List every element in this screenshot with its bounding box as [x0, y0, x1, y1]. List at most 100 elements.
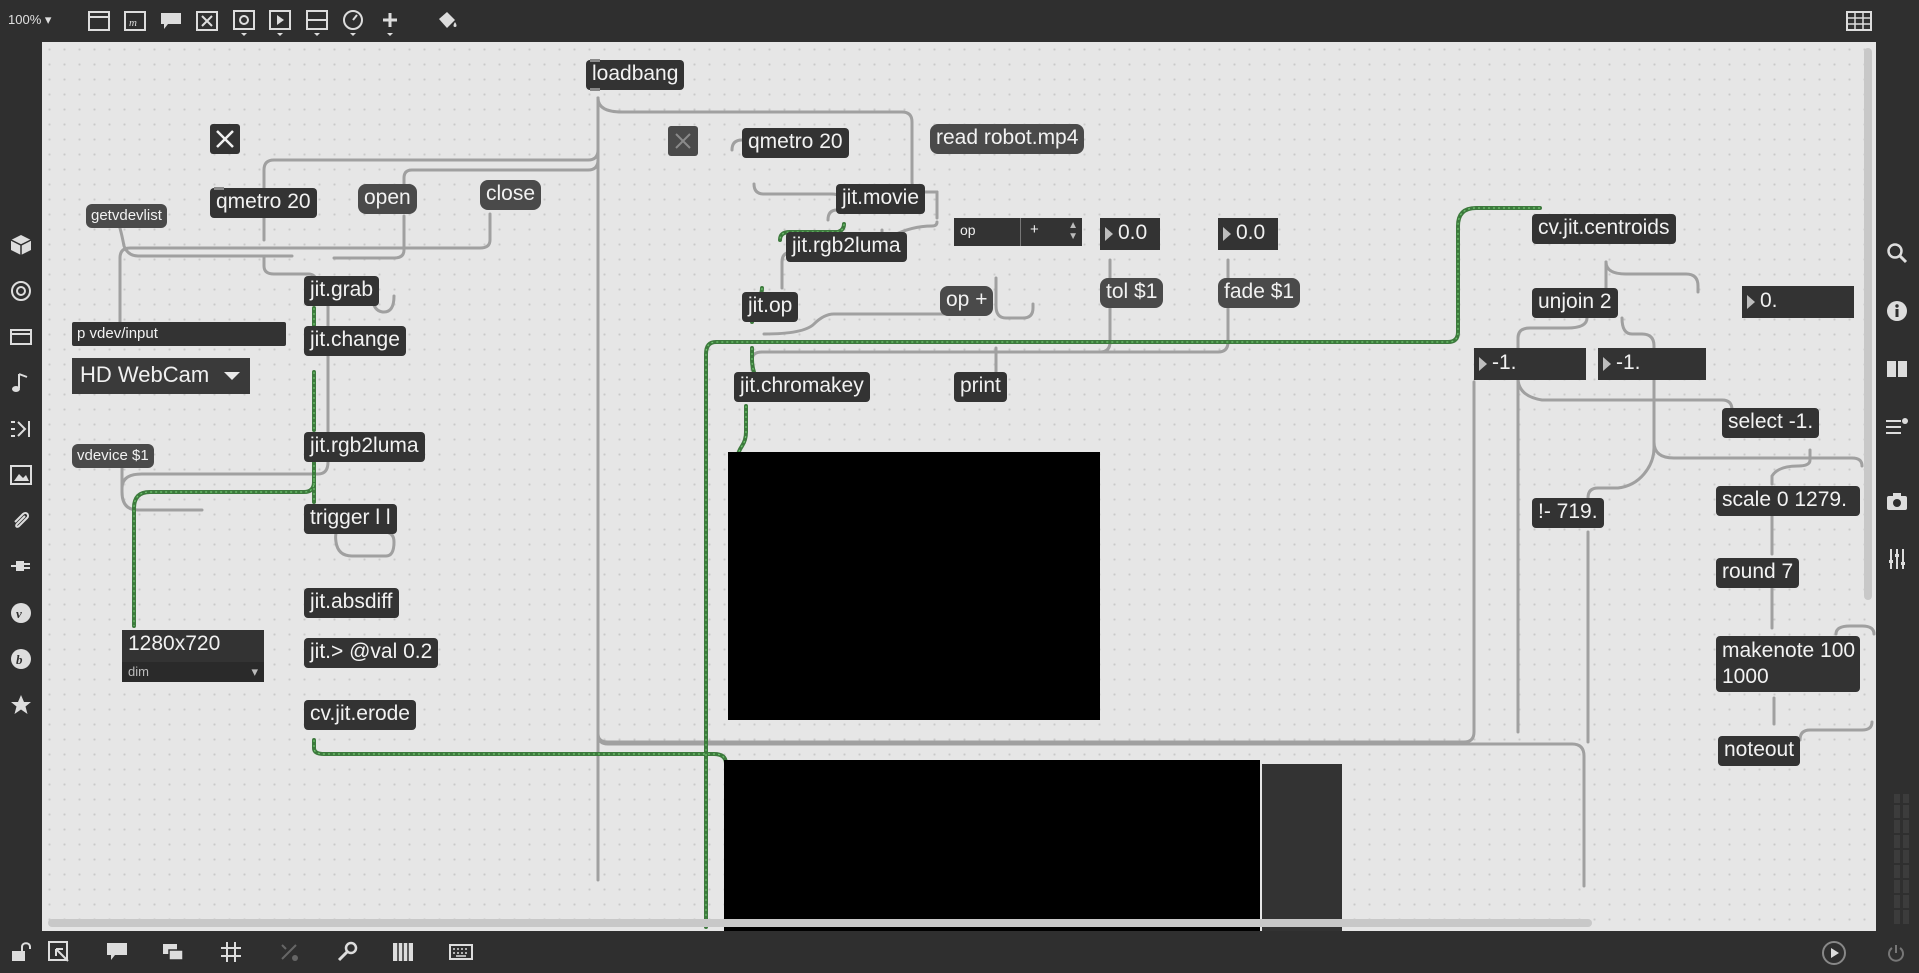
- cv-jit-centroids-object[interactable]: cv.jit.centroids: [1532, 214, 1676, 244]
- grid-list-icon[interactable]: [1845, 8, 1873, 34]
- jit-threshold-object[interactable]: jit.> @val 0.2: [304, 638, 439, 668]
- comment-icon[interactable]: [104, 939, 130, 965]
- invert-minus-object[interactable]: !- 719.: [1532, 498, 1604, 528]
- toggle-icon[interactable]: [194, 8, 220, 34]
- round-object[interactable]: round 7: [1716, 558, 1800, 588]
- target-icon[interactable]: [8, 278, 34, 304]
- number-box-y[interactable]: -1.: [1598, 348, 1706, 380]
- play-icon[interactable]: [1820, 939, 1848, 967]
- makenote-label-line2: 1000: [1722, 665, 1769, 688]
- unjoin-object[interactable]: unjoin 2: [1532, 288, 1618, 318]
- close-message[interactable]: close: [480, 180, 542, 210]
- p-vdev-input-object[interactable]: p vdev/input: [72, 322, 286, 346]
- open-message[interactable]: open: [358, 184, 417, 214]
- op-attrui[interactable]: op + ▲ ▼: [954, 218, 1082, 246]
- star-icon[interactable]: [8, 692, 34, 718]
- makenote-object[interactable]: makenote 100 1000: [1716, 636, 1860, 692]
- select-object[interactable]: select -1.: [1722, 408, 1820, 438]
- fade-message[interactable]: fade $1: [1218, 278, 1301, 308]
- slider-icon[interactable]: [304, 8, 330, 38]
- power-icon[interactable]: [1884, 941, 1908, 965]
- chevron-down-icon: ▾: [251, 664, 258, 679]
- toggle-left[interactable]: [210, 124, 240, 154]
- list-icon[interactable]: [1884, 414, 1910, 440]
- keyboard-icon[interactable]: [448, 939, 474, 965]
- qmetro-left-object[interactable]: qmetro 20: [210, 187, 317, 218]
- dim-attr-selector[interactable]: dim ▾: [122, 662, 264, 682]
- film-icon[interactable]: [8, 324, 34, 350]
- scale-object[interactable]: scale 0 1279.: [1716, 486, 1860, 516]
- wrench-icon[interactable]: [334, 939, 360, 965]
- getvdevlist-message[interactable]: getvdevlist: [86, 204, 167, 228]
- lock-icon[interactable]: [8, 939, 34, 965]
- inlet-icon[interactable]: [267, 8, 293, 38]
- b-icon[interactable]: b: [8, 646, 34, 672]
- sliders-icon[interactable]: [1884, 546, 1910, 572]
- number-arrow-icon: [1747, 295, 1755, 309]
- jit-rgb2luma-mid-object[interactable]: jit.rgb2luma: [786, 232, 907, 262]
- trigger-object[interactable]: trigger l l: [304, 504, 397, 534]
- image-icon[interactable]: [8, 462, 34, 488]
- vertical-scrollbar[interactable]: [1864, 48, 1872, 600]
- kslider-panel[interactable]: [1262, 764, 1342, 931]
- jit-grab-object[interactable]: jit.grab: [304, 276, 380, 306]
- vdevice-message[interactable]: vdevice $1: [72, 444, 154, 468]
- horizontal-scrollbar[interactable]: [48, 919, 1592, 927]
- piano-icon[interactable]: [390, 939, 416, 965]
- jit-chromakey-object[interactable]: jit.chromakey: [734, 372, 870, 402]
- grid-icon[interactable]: [218, 939, 244, 965]
- cv-jit-erode-object[interactable]: cv.jit.erode: [304, 700, 416, 730]
- print-object[interactable]: print: [954, 372, 1007, 402]
- stepper-icon[interactable]: ▲ ▼: [1068, 220, 1078, 242]
- dim-attrui[interactable]: 1280x720 dim ▾: [122, 630, 264, 682]
- number-box-right[interactable]: 0.: [1742, 286, 1854, 318]
- comment-icon[interactable]: m: [122, 8, 148, 34]
- jit-op-object[interactable]: jit.op: [742, 292, 799, 322]
- paperclip-icon[interactable]: [8, 508, 34, 534]
- window-icon[interactable]: [160, 939, 186, 965]
- tol-message[interactable]: tol $1: [1100, 278, 1164, 308]
- cube-icon[interactable]: [8, 232, 34, 258]
- jit-movie-object[interactable]: jit.movie: [836, 184, 926, 214]
- webcam-menu-label: HD WebCam: [80, 362, 210, 387]
- fade-number-box[interactable]: 0.0: [1218, 218, 1278, 250]
- jit-pwindow-bottom[interactable]: [724, 760, 1260, 931]
- scale-label: scale 0 1279.: [1722, 488, 1847, 511]
- read-robot-message[interactable]: read robot.mp4: [930, 124, 1085, 154]
- toggle-mid[interactable]: [668, 126, 698, 156]
- sequence-icon[interactable]: [8, 416, 34, 442]
- webcam-umenu[interactable]: HD WebCam: [72, 358, 250, 394]
- noteout-object[interactable]: noteout: [1718, 736, 1801, 766]
- tol-label: tol $1: [1106, 280, 1158, 303]
- right-sidebar: [1876, 42, 1919, 931]
- book-icon[interactable]: [1884, 356, 1910, 382]
- search-icon[interactable]: [1884, 240, 1910, 266]
- presentation-icon[interactable]: [86, 8, 112, 34]
- v-icon[interactable]: v: [8, 600, 34, 626]
- info-icon[interactable]: [1884, 298, 1910, 324]
- fade-number-value: 0.0: [1236, 221, 1266, 244]
- qmetro-mid-object[interactable]: qmetro 20: [742, 128, 849, 158]
- jit-rgb2luma-left-object[interactable]: jit.rgb2luma: [304, 432, 425, 462]
- dial-icon[interactable]: [340, 8, 366, 38]
- add-icon[interactable]: [377, 8, 403, 38]
- number-arrow-icon: [1479, 357, 1487, 371]
- camera-icon[interactable]: [1884, 488, 1910, 514]
- number-box-x[interactable]: -1.: [1474, 348, 1586, 380]
- plug-icon[interactable]: [8, 554, 34, 580]
- tol-number-box[interactable]: 0.0: [1100, 218, 1160, 250]
- zoom-level[interactable]: 100% ▾: [8, 12, 51, 28]
- music-note-icon[interactable]: [8, 370, 34, 396]
- paint-bucket-icon[interactable]: [434, 8, 460, 34]
- snap-icon[interactable]: [276, 939, 302, 965]
- message-icon[interactable]: [158, 8, 184, 34]
- edit-icon[interactable]: [46, 939, 72, 965]
- op-plus-message[interactable]: op +: [940, 286, 994, 316]
- jit-change-object[interactable]: jit.change: [304, 326, 406, 356]
- loadbang-object[interactable]: loadbang: [586, 59, 685, 91]
- getvdevlist-label: getvdevlist: [91, 207, 162, 224]
- button-icon[interactable]: [231, 8, 257, 38]
- jit-pwindow-top[interactable]: [728, 452, 1100, 720]
- patcher-canvas[interactable]: loadbang qmetro 20 open close getvdevlis…: [42, 42, 1876, 931]
- jit-absdiff-object[interactable]: jit.absdiff: [304, 588, 399, 618]
